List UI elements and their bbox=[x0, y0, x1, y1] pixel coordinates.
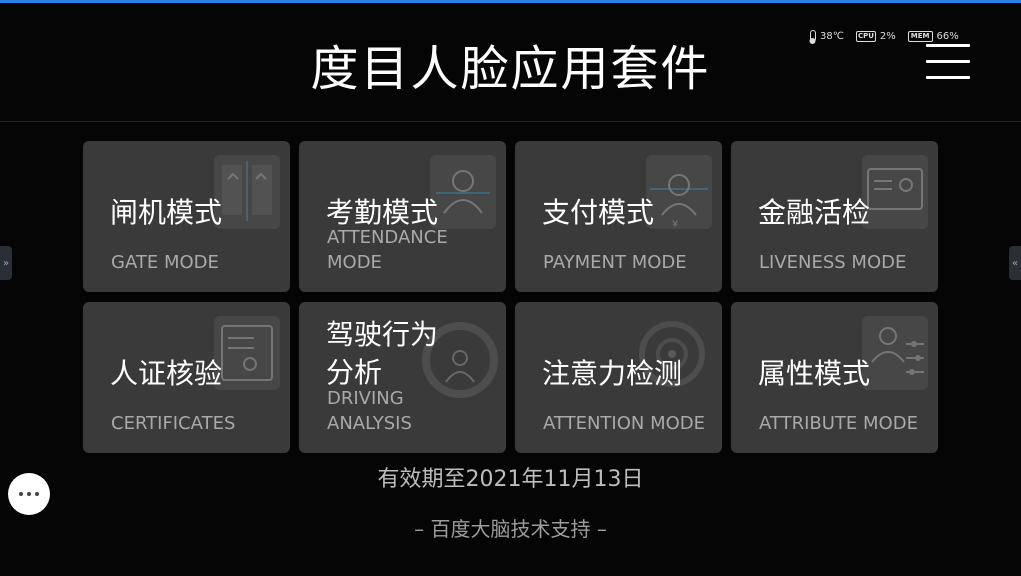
tile-title: 闸机模式 bbox=[110, 196, 223, 229]
left-drawer-handle[interactable]: » bbox=[0, 246, 12, 280]
tile-gate-mode[interactable]: 闸机模式 GATE MODE bbox=[83, 141, 290, 292]
tile-subtitle: GATE MODE bbox=[111, 252, 219, 273]
tile-title-line1: 驾驶行为 bbox=[326, 318, 439, 351]
temperature-indicator: 38℃ bbox=[810, 30, 844, 42]
menu-button[interactable] bbox=[926, 44, 970, 80]
tile-title: 金融活检 bbox=[758, 196, 871, 229]
tile-attention-mode[interactable]: 注意力检测 ATTENTION MODE bbox=[515, 302, 722, 453]
payment-face-icon: ¥ bbox=[646, 155, 712, 230]
more-dots-icon bbox=[19, 492, 23, 496]
tile-subtitle-line1: DRIVING bbox=[327, 388, 404, 409]
floating-more-button[interactable] bbox=[8, 473, 50, 515]
app-header: 度目人脸应用套件 bbox=[0, 3, 1021, 122]
tile-subtitle: LIVENESS MODE bbox=[759, 252, 907, 273]
tile-certificates[interactable]: 人证核验 CERTIFICATES bbox=[83, 302, 290, 453]
attribute-sliders-icon bbox=[862, 316, 928, 390]
certificate-icon bbox=[214, 316, 280, 390]
tech-support-text: – 百度大脑技术支持 – bbox=[414, 517, 607, 541]
tile-subtitle-line2: MODE bbox=[327, 252, 382, 273]
svg-text:¥: ¥ bbox=[672, 219, 678, 229]
hamburger-icon bbox=[926, 44, 970, 47]
tile-title: 属性模式 bbox=[758, 357, 871, 390]
tile-subtitle: ATTRIBUTE MODE bbox=[759, 413, 918, 434]
tile-payment-mode[interactable]: ¥ 支付模式 PAYMENT MODE bbox=[515, 141, 722, 292]
tile-subtitle: PAYMENT MODE bbox=[543, 252, 687, 273]
right-drawer-handle[interactable]: « bbox=[1009, 246, 1021, 280]
tile-subtitle-line2: ANALYSIS bbox=[327, 413, 412, 434]
tile-subtitle-line1: ATTENDANCE bbox=[327, 227, 448, 248]
memory-icon: MEM bbox=[907, 30, 933, 42]
expiry-text: 有效期至2021年11月13日 bbox=[377, 467, 644, 492]
tile-attendance-mode[interactable]: 考勤模式 ATTENDANCE MODE bbox=[299, 141, 506, 292]
tile-subtitle: ATTENTION MODE bbox=[543, 413, 706, 434]
cpu-icon: CPU bbox=[855, 30, 876, 42]
cpu-indicator: CPU 2% bbox=[855, 30, 896, 42]
tile-liveness-mode[interactable]: 金融活检 LIVENESS MODE bbox=[731, 141, 938, 292]
tile-title: 注意力检测 bbox=[542, 357, 683, 390]
gate-icon bbox=[214, 155, 280, 229]
tile-title: 支付模式 bbox=[542, 196, 655, 229]
memory-indicator: MEM 66% bbox=[907, 30, 959, 42]
thermometer-icon bbox=[810, 30, 816, 42]
tile-title: 人证核验 bbox=[110, 357, 223, 390]
tile-attribute-mode[interactable]: 属性模式 ATTRIBUTE MODE bbox=[731, 302, 938, 453]
mode-grid: 闸机模式 GATE MODE 考勤模式 ATTENDANCE MODE ¥ 支付… bbox=[83, 141, 939, 453]
liveness-card-icon bbox=[862, 155, 928, 229]
tile-driving-analysis[interactable]: 驾驶行为 分析 DRIVING ANALYSIS bbox=[299, 302, 506, 453]
tile-subtitle: CERTIFICATES bbox=[111, 413, 236, 434]
tile-title-line2: 分析 bbox=[326, 356, 383, 389]
attendance-person-icon bbox=[430, 155, 496, 229]
